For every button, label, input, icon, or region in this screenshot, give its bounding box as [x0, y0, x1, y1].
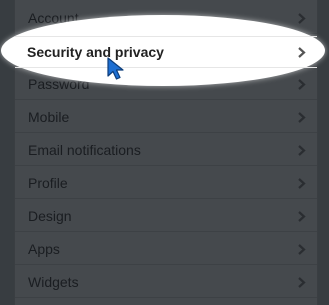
- menu-item-email-notifications[interactable]: Email notifications: [15, 134, 317, 166]
- menu-item-label: Apps: [28, 241, 60, 257]
- menu-item-label: Profile: [28, 175, 68, 191]
- menu-item-label-active: Security and privacy: [27, 44, 164, 60]
- mouse-pointer-icon: [107, 57, 124, 80]
- menu-item-label: Mobile: [28, 109, 70, 125]
- menu-item-apps[interactable]: Apps: [15, 233, 317, 265]
- chevron-right-icon: [298, 277, 306, 288]
- menu-item-mobile[interactable]: Mobile: [15, 101, 317, 133]
- menu-item-security-and-privacy[interactable]: Security and privacy: [15, 36, 317, 68]
- menu-item-profile[interactable]: Profile: [15, 167, 317, 199]
- menu-item-label: Widgets: [28, 274, 79, 290]
- chevron-right-icon: [298, 13, 306, 24]
- menu-item-label: Email notifications: [28, 142, 141, 158]
- menu-item-widgets[interactable]: Widgets: [15, 266, 317, 298]
- chevron-right-icon: [298, 211, 306, 222]
- chevron-right-icon: [298, 178, 306, 189]
- menu-item-label: Design: [28, 208, 72, 224]
- chevron-right-icon: [298, 79, 306, 90]
- chevron-right-icon: [298, 47, 306, 58]
- chevron-right-icon: [298, 244, 306, 255]
- chevron-right-icon: [298, 145, 306, 156]
- menu-item-design[interactable]: Design: [15, 200, 317, 232]
- chevron-right-icon: [298, 112, 306, 123]
